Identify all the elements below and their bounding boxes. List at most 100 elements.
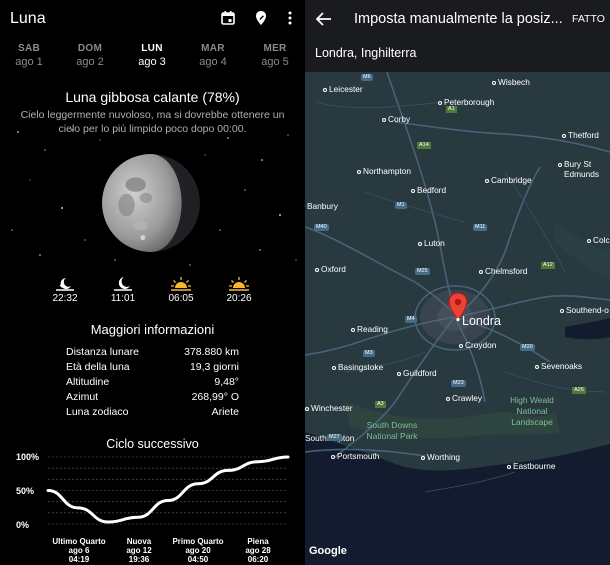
info-key: Luna zodiaco <box>66 406 129 418</box>
info-value: 9,48° <box>214 376 239 388</box>
park-label: High Weald National Landscape <box>510 395 554 427</box>
cycle-chart <box>46 455 290 525</box>
more-vert-icon[interactable] <box>282 10 298 26</box>
road-shield: M23 <box>451 380 466 387</box>
road-shield: M11 <box>473 224 488 231</box>
day-date: ago 2 <box>76 56 104 68</box>
city-label: Chelmsford <box>485 266 528 276</box>
city-label: Croydon <box>465 340 497 350</box>
location-panel: Imposta manualmente la posiz... FATTO Lo… <box>305 0 610 565</box>
day-tab[interactable]: MAR ago 4 <box>186 43 240 68</box>
city-label: Leicester <box>329 84 363 94</box>
road-shield: A3 <box>375 401 386 408</box>
map-view[interactable]: Leicester Wisbech Peterborough Corby The… <box>305 72 610 565</box>
moon-panel: Luna SAB ago 1 DOM ago 2 LUN ago 3 MAR a… <box>0 0 305 565</box>
city-label: Oxford <box>321 264 346 274</box>
day-tab[interactable]: DOM ago 2 <box>63 43 117 68</box>
city-label: Eastbourne <box>513 461 556 471</box>
city-label: Sevenoaks <box>541 361 583 371</box>
cycle-label-date: ago 28 <box>245 546 271 555</box>
moonrise-time: 11:01 <box>110 293 136 304</box>
map-city: Oxford <box>315 264 346 274</box>
info-row: Altitudine 9,48° <box>66 376 239 392</box>
cycle-label-full: Piena ago 28 06:20 <box>223 537 293 564</box>
location-pin-icon[interactable] <box>253 10 269 26</box>
park-label: South Downs National Park <box>366 420 418 441</box>
road-shield: M27 <box>327 434 342 441</box>
sunrise-icon <box>171 277 191 291</box>
road-shield: M20 <box>520 344 535 351</box>
road-shield: A12 <box>541 262 555 269</box>
moonrise-icon <box>114 277 132 291</box>
map-city: Worthing <box>421 452 460 462</box>
moonset-item: 22:32 <box>45 276 85 304</box>
google-logo: Google <box>309 545 347 557</box>
sky-forecast: Cielo leggermente nuvoloso, ma si dovreb… <box>20 109 285 135</box>
info-row: Luna zodiaco Ariete <box>66 406 239 422</box>
map-city: Southend-o <box>560 305 609 315</box>
map-city: Reading <box>351 324 388 334</box>
road-shield: A14 <box>417 142 431 149</box>
map-city: Wisbech <box>492 77 530 87</box>
road-shield: M1 <box>395 202 407 209</box>
city-label: Crawley <box>452 393 482 403</box>
done-button[interactable]: FATTO <box>572 13 605 25</box>
more-info-title: Maggiori informazioni <box>90 322 215 337</box>
map-city: Croydon <box>459 340 496 350</box>
day-tab[interactable]: MER ago 5 <box>248 43 302 68</box>
city-label: Corby <box>388 114 411 124</box>
city-label: Thetford <box>568 130 599 140</box>
map-city: Basingstoke <box>332 362 383 372</box>
sunrise-item: 06:05 <box>161 276 201 304</box>
city-label: Winchester <box>311 403 353 413</box>
day-tab[interactable]: SAB ago 1 <box>2 43 56 68</box>
city-label: Basingstoke <box>338 362 384 372</box>
info-key: Azimut <box>66 391 99 403</box>
moonrise-item: 11:01 <box>103 276 143 304</box>
day-name: LUN <box>141 43 163 54</box>
sunset-time: 20:26 <box>226 293 252 304</box>
back-arrow-icon[interactable] <box>315 10 333 28</box>
city-label: Worthing <box>427 452 461 462</box>
cycle-series-line <box>46 455 290 524</box>
info-value: 19,3 giorni <box>189 361 239 373</box>
map-city: Banbury <box>307 201 338 211</box>
cycle-title: Ciclo successivo <box>106 437 199 451</box>
city-label: Southend-o <box>566 305 609 315</box>
map-city: Guildford <box>397 368 437 378</box>
day-date: ago 1 <box>15 56 43 68</box>
info-value: 268,99° O <box>191 391 239 403</box>
main-city-label: Londra <box>462 314 501 328</box>
city-label: Banbury <box>307 201 338 211</box>
day-name: MER <box>263 43 287 54</box>
map-city: Winchester <box>305 403 353 413</box>
location-title: Imposta manualmente la posiz... <box>354 11 563 27</box>
app-title: Luna <box>10 10 46 27</box>
calendar-icon[interactable] <box>220 10 236 26</box>
info-row: Azimut 268,99° O <box>66 391 239 407</box>
map-city: Corby <box>382 114 410 124</box>
city-label: Reading <box>357 324 388 334</box>
road-shield: M25 <box>415 268 430 275</box>
sunset-icon <box>229 277 249 291</box>
day-date: ago 3 <box>138 56 166 68</box>
map-city: Thetford <box>562 130 599 140</box>
moon-phase-title: Luna gibbosa calante (78%) <box>65 89 240 105</box>
map-city: Crawley <box>446 393 482 403</box>
map-city: Leicester <box>323 84 363 94</box>
road-shield: A1 <box>446 106 457 113</box>
info-row: Età della luna 19,3 giorni <box>66 361 239 377</box>
city-label: Bury St Edmunds <box>564 159 600 179</box>
map-city: Portsmouth <box>331 451 379 461</box>
city-label: Cambridge <box>491 175 532 185</box>
sunset-item: 20:26 <box>219 276 259 304</box>
day-selector: SAB ago 1 DOM ago 2 LUN ago 3 MAR ago 4 … <box>0 43 305 73</box>
info-key: Età della luna <box>66 361 130 373</box>
day-name: DOM <box>77 43 103 54</box>
info-key: Distanza lunare <box>66 346 139 358</box>
moonset-time: 22:32 <box>52 293 78 304</box>
day-date: ago 4 <box>199 56 227 68</box>
map-city: Sevenoaks <box>535 361 582 371</box>
city-label: Bedford <box>417 185 447 195</box>
day-tab-selected[interactable]: LUN ago 3 <box>125 43 179 68</box>
